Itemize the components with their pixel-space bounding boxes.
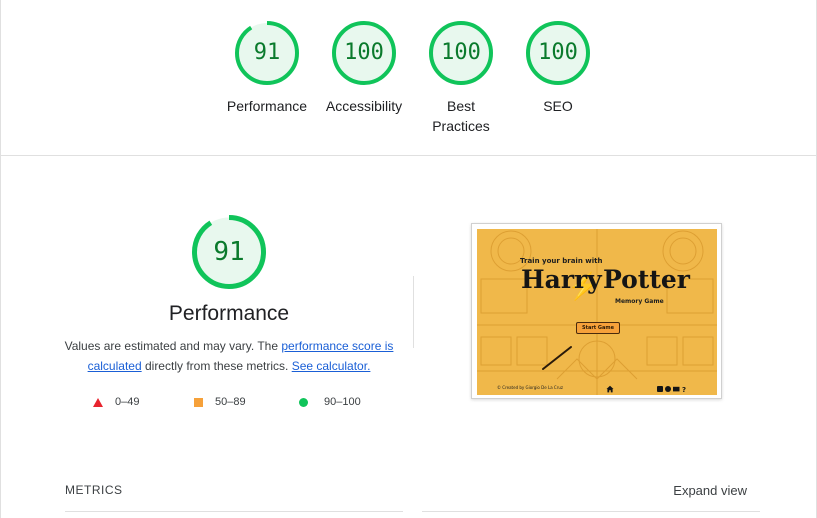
- lighthouse-report: 91 Performance 100 Accessibility 100 Bes…: [0, 0, 817, 518]
- legend-average: 50–89: [194, 396, 246, 408]
- start-game-button[interactable]: Start Game: [576, 322, 620, 334]
- legend-range: 90–100: [324, 396, 361, 408]
- score-gauge: 100: [428, 20, 494, 86]
- square-icon: [194, 397, 203, 407]
- triangle-icon: [93, 397, 103, 407]
- screenshot-brand-left: Harry: [521, 265, 602, 294]
- gauge-label: Best Practices: [413, 96, 509, 136]
- gauge-label: Performance: [226, 98, 308, 114]
- legend-fail: 0–49: [93, 396, 139, 408]
- section-divider: [413, 276, 414, 348]
- gauge-performance[interactable]: 91 Performance: [219, 20, 315, 116]
- final-screenshot[interactable]: ⚡ Train your brain with Harry Potter Mem…: [471, 223, 722, 399]
- home-icon[interactable]: [606, 385, 614, 393]
- score-gauge: 100: [331, 20, 397, 86]
- gauge-score: 100: [441, 40, 481, 65]
- mail-icon: [673, 386, 680, 392]
- metrics-divider: [422, 511, 760, 512]
- screenshot-image: ⚡ Train your brain with Harry Potter Mem…: [477, 229, 717, 395]
- circle-icon: [299, 397, 308, 407]
- gauge-seo[interactable]: 100 SEO: [510, 20, 606, 116]
- scores-summary: 91 Performance 100 Accessibility 100 Bes…: [1, 0, 817, 156]
- legend-range: 0–49: [115, 396, 140, 408]
- screenshot-tagline: Train your brain with: [520, 257, 603, 265]
- linkedin-icon: [657, 386, 663, 392]
- gauge-score: 100: [538, 40, 578, 65]
- gauge-label-line: Practices: [432, 118, 490, 134]
- performance-panel: 91 Performance Values are estimated and …: [61, 214, 397, 376]
- description-text: directly from these metrics.: [141, 359, 292, 373]
- gauge-best-practices[interactable]: 100 Best Practices: [413, 20, 509, 136]
- gauge-label: Accessibility: [325, 98, 403, 114]
- performance-score: 91: [213, 237, 245, 267]
- performance-description: Values are estimated and may vary. The p…: [61, 336, 397, 376]
- performance-gauge: 91: [191, 214, 267, 290]
- screenshot-subtitle: Memory Game: [615, 298, 664, 305]
- help-icon: ?: [682, 386, 686, 393]
- metrics-heading: METRICS: [65, 483, 123, 497]
- screenshot-footer-credit: © Created by Giorgio De La Cruz: [497, 385, 563, 390]
- github-icon: [665, 386, 671, 392]
- description-text: Values are estimated and may vary. The: [64, 339, 282, 353]
- legend-range: 50–89: [215, 396, 246, 408]
- gauge-label-line: Best: [446, 98, 475, 114]
- gauge-score: 91: [253, 40, 281, 65]
- see-calculator-link[interactable]: See calculator.: [292, 359, 371, 373]
- gauge-label: SEO: [543, 98, 573, 114]
- screenshot-brand-right: Potter: [603, 265, 690, 294]
- score-scale-legend: 0–49 50–89 90–100: [93, 396, 383, 414]
- parchment-pattern-icon: ⚡: [477, 229, 717, 395]
- legend-pass: 90–100: [299, 396, 361, 408]
- expand-view-toggle[interactable]: Expand view: [673, 483, 747, 498]
- score-gauge: 91: [234, 20, 300, 86]
- gauge-score: 100: [344, 40, 384, 65]
- performance-title: Performance: [168, 302, 290, 325]
- social-icons: ?: [657, 386, 686, 393]
- score-gauge: 100: [525, 20, 591, 86]
- gauge-accessibility[interactable]: 100 Accessibility: [316, 20, 412, 116]
- metrics-divider: [65, 511, 403, 512]
